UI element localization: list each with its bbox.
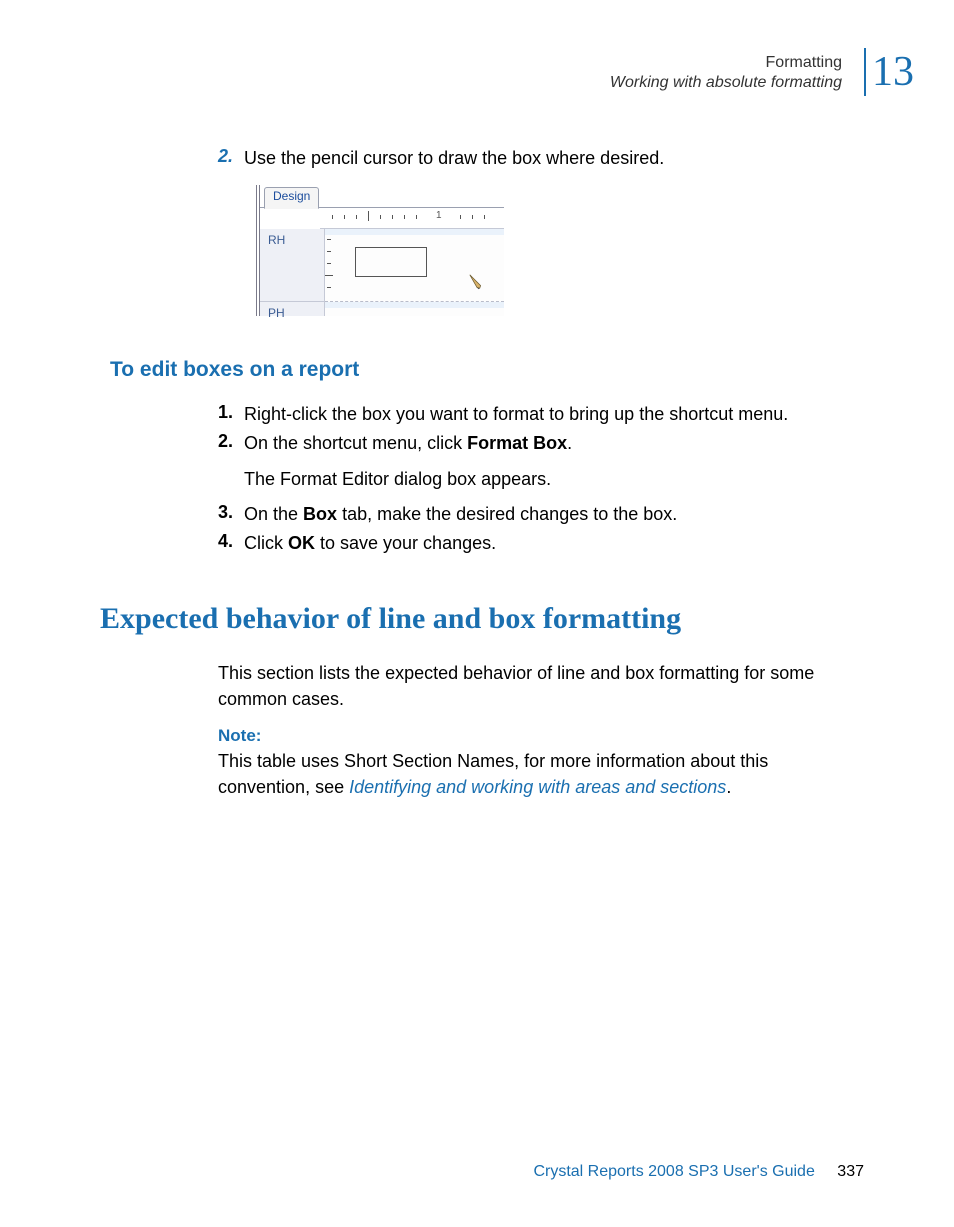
step-text: Use the pencil cursor to draw the box wh… [244,146,864,171]
section-row-rh: RH [260,229,504,302]
step-text: On the shortcut menu, click Format Box. [244,431,864,456]
header-text-block: Formatting Working with absolute formatt… [610,54,842,92]
step-number: 4. [218,531,244,556]
intro-step-row: 2. Use the pencil cursor to draw the box… [110,146,864,171]
section-label-ph: PH [260,302,325,316]
step-bold: OK [288,533,315,553]
footer-page-number: 337 [837,1163,864,1180]
step-text: Click OK to save your changes. [244,531,864,556]
section-row-ph: PH [260,302,504,316]
step-prefix: On the [244,504,303,524]
step-subtext: The Format Editor dialog box appears. [244,467,864,492]
step-text: Right-click the box you want to format t… [244,402,864,427]
section-label-rh: RH [260,229,325,302]
section-body-ph [325,302,504,316]
step-suffix: to save your changes. [315,533,496,553]
section-body-rh [325,229,504,302]
page-footer: Crystal Reports 2008 SP3 User's Guide 33… [0,1163,954,1181]
subsection-title-edit-boxes: To edit boxes on a report [110,358,864,382]
note-body: This table uses Short Section Names, for… [218,748,864,800]
tab-bar: Design [260,185,504,208]
step-row-4: 4. Click OK to save your changes. [110,531,864,556]
ruler-1-label: 1 [436,210,442,221]
section-band [325,302,504,308]
design-tab: Design [264,187,319,209]
drawn-box [355,247,427,277]
breadcrumb-top: Formatting [610,54,842,72]
step-suffix: . [567,433,572,453]
step-row-1: 1. Right-click the box you want to forma… [110,402,864,427]
step-bold: Format Box [467,433,567,453]
step-prefix: On the shortcut menu, click [244,433,467,453]
chapter-badge: 13 [864,48,914,96]
footer-guide-title: Crystal Reports 2008 SP3 User's Guide [533,1163,814,1180]
horizontal-ruler: 1 [320,208,504,229]
step-number: 1. [218,402,244,427]
page-content: 2. Use the pencil cursor to draw the box… [0,92,954,801]
pencil-cursor-icon [468,273,486,291]
step-suffix: tab, make the desired changes to the box… [337,504,677,524]
chapter-number: 13 [872,51,914,93]
section-title-expected-behavior: Expected behavior of line and box format… [100,602,864,636]
step-row-2: 2. On the shortcut menu, click Format Bo… [110,431,864,456]
step-number: 2. [218,431,244,456]
step-number: 2. [218,146,244,171]
step-bold: Box [303,504,337,524]
page-header: Formatting Working with absolute formatt… [0,0,954,92]
note-link[interactable]: Identifying and working with areas and s… [349,777,726,797]
design-tab-screenshot: Design 1 RH [256,185,504,316]
chapter-divider [864,48,866,96]
section-band [325,229,504,235]
step-row-3: 3. On the Box tab, make the desired chan… [110,502,864,527]
step-number: 3. [218,502,244,527]
note-suffix: . [726,777,731,797]
step-prefix: Click [244,533,288,553]
step-text: On the Box tab, make the desired changes… [244,502,864,527]
behavior-intro: This section lists the expected behavior… [218,660,864,712]
breadcrumb-sub: Working with absolute formatting [610,74,842,92]
note-label: Note: [218,726,864,746]
